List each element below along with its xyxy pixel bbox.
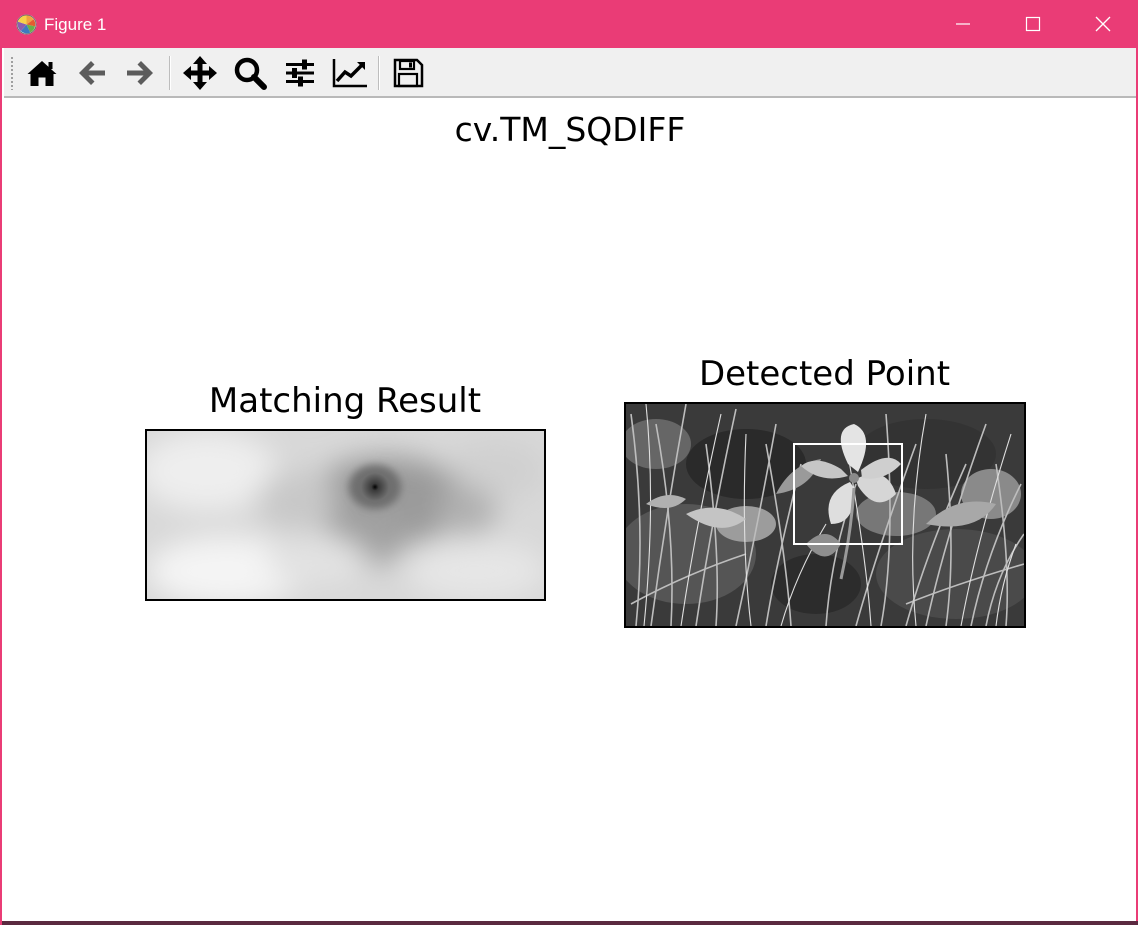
window-bottom-edge: [2, 921, 1138, 925]
pan-button[interactable]: [180, 54, 220, 92]
maximize-button[interactable]: [998, 0, 1068, 48]
home-icon: [27, 61, 57, 86]
configure-subplots-button[interactable]: [280, 54, 320, 92]
matplotlib-logo-icon: [16, 14, 37, 35]
zoom-button[interactable]: [230, 54, 270, 92]
move-icon: [183, 56, 217, 90]
forward-button[interactable]: [120, 54, 160, 92]
magnifier-icon: [234, 57, 267, 90]
figure-suptitle: cv.TM_SQDIFF: [454, 110, 686, 149]
figure-window: Figure 1 cv.TM_SQDIFF Matching Result De…: [0, 0, 1138, 925]
figure-canvas[interactable]: cv.TM_SQDIFF Matching Result Detected Po…: [4, 100, 1136, 921]
matching-result-heatmap: [147, 431, 544, 599]
toolbar-grip[interactable]: [10, 56, 14, 90]
arrow-right-icon: [127, 61, 153, 85]
close-icon: [1095, 16, 1111, 32]
subplot-title-matching-result: Matching Result: [208, 381, 482, 421]
floppy-disk-icon: [393, 58, 424, 88]
sliders-icon: [286, 59, 314, 87]
minimize-button[interactable]: [928, 0, 998, 48]
navigation-toolbar: [4, 48, 1136, 98]
edit-axis-button[interactable]: [330, 54, 370, 92]
toolbar-separator: [378, 56, 380, 90]
detected-point-image: [626, 404, 1024, 626]
matching-result-axes[interactable]: [145, 429, 546, 601]
toolbar-separator: [169, 56, 171, 90]
back-button[interactable]: [72, 54, 112, 92]
close-button[interactable]: [1068, 0, 1138, 48]
title-bar[interactable]: Figure 1: [2, 0, 1138, 48]
home-button[interactable]: [22, 54, 62, 92]
window-title: Figure 1: [44, 15, 107, 34]
line-chart-icon: [332, 59, 367, 88]
save-button[interactable]: [388, 54, 428, 92]
minimize-icon: [956, 23, 970, 25]
detected-point-axes[interactable]: [624, 402, 1026, 628]
subplot-title-detected-point: Detected Point: [698, 354, 951, 394]
maximize-icon: [1025, 16, 1041, 32]
arrow-left-icon: [79, 61, 105, 85]
